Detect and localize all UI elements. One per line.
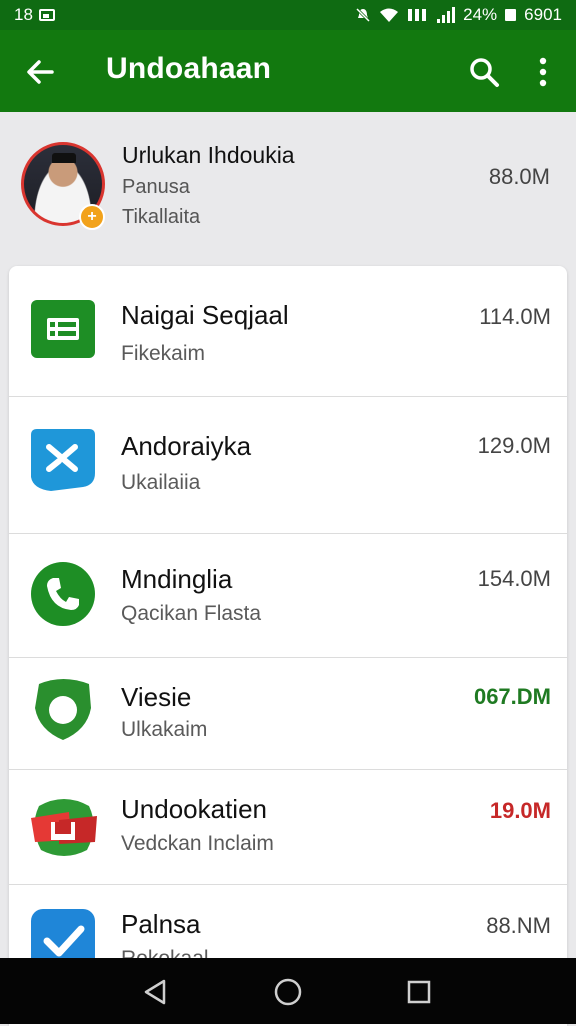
- nav-bar: [0, 958, 576, 1024]
- signal-icon: [437, 7, 456, 23]
- app-size: 067.DM: [473, 684, 551, 709]
- list-item[interactable]: Naigai Seqjaal Fikekaim 114.0M: [9, 266, 567, 397]
- home-circle-icon[interactable]: [272, 976, 304, 1008]
- profile-size: 88.0M: [488, 164, 550, 189]
- app-list: Naigai Seqjaal Fikekaim 114.0M Andoraiyk…: [9, 266, 567, 1026]
- app-name: Andoraiyka: [121, 431, 252, 461]
- blue-x-app-icon: [31, 429, 95, 491]
- app-name: Naigai Seqjaal: [121, 300, 289, 330]
- app-sub: Fikekaim: [121, 342, 206, 365]
- app-sub: Ulkakaim: [121, 718, 208, 741]
- app-bar: Undoahaan: [0, 30, 576, 112]
- wifi-icon: [380, 8, 399, 22]
- app-sub: Vedckan Inclaim: [121, 832, 274, 855]
- app-size: 88.NM: [486, 913, 551, 938]
- status-bar: 18 24% 6901: [0, 0, 576, 30]
- profile-line2: Tikallaita: [122, 206, 201, 228]
- app-name: Viesie: [121, 682, 192, 712]
- recents-square-icon[interactable]: [403, 976, 435, 1008]
- status-left-text: 18: [14, 5, 33, 24]
- image-icon: [38, 9, 55, 21]
- app-sub: Ukailaiia: [121, 471, 201, 494]
- list-item[interactable]: Undookatien Vedckan Inclaim 19.0M: [9, 770, 567, 885]
- app-size: 154.0M: [477, 566, 551, 591]
- back-arrow-icon[interactable]: [22, 54, 58, 90]
- status-time: 6901: [524, 5, 562, 24]
- status-right: 24% 6901: [355, 5, 562, 25]
- battery-icon: [505, 9, 517, 21]
- app-size: 129.0M: [477, 433, 551, 458]
- app-name: Mndinglia: [121, 564, 233, 594]
- app-sub: Qacikan Flasta: [121, 602, 262, 625]
- green-shield-icon: [35, 679, 91, 740]
- mute-icon: [356, 7, 371, 23]
- phone-icon: [31, 562, 95, 626]
- list-item[interactable]: Viesie Ulkakaim 067.DM: [9, 658, 567, 770]
- search-icon[interactable]: [466, 54, 502, 90]
- list-item[interactable]: Mndinglia Qacikan Flasta 154.0M: [9, 534, 567, 658]
- page-title: Undoahaan: [106, 52, 272, 85]
- more-vert-icon[interactable]: [528, 54, 558, 90]
- sheets-icon: [31, 300, 95, 358]
- list-item[interactable]: Andoraiyka Ukailaiia 129.0M: [9, 397, 567, 534]
- app-size: 19.0M: [489, 798, 551, 823]
- profile-name: Urlukan Ihdoukia: [122, 142, 295, 168]
- data-icon: [408, 9, 427, 21]
- avatar-hat: [52, 153, 76, 163]
- profile-line1: Panusa: [122, 176, 190, 198]
- app-name: Undookatien: [121, 794, 267, 824]
- battery-text: 24%: [463, 5, 498, 24]
- avatar-badge[interactable]: +: [79, 204, 105, 230]
- app-size: 114.0M: [479, 304, 551, 329]
- back-triangle-icon[interactable]: [140, 976, 172, 1008]
- profile-header[interactable]: + Urlukan Ihdoukia Panusa Tikallaita 88.…: [0, 112, 576, 260]
- app-name: Palnsa: [121, 909, 201, 939]
- status-left: 18: [14, 5, 55, 25]
- red-green-app-icon: [31, 799, 97, 856]
